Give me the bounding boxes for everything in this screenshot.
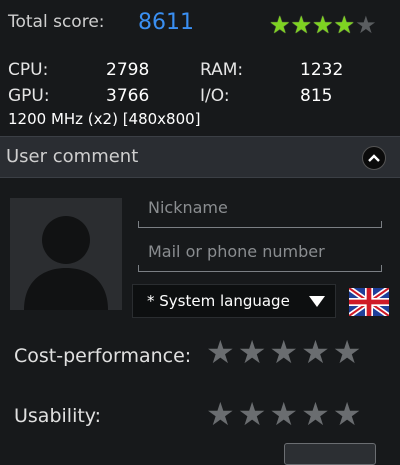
gpu-value: 3766 (106, 86, 150, 106)
submit-button[interactable] (284, 443, 376, 465)
total-score-value: 8611 (138, 10, 194, 35)
star-empty-icon[interactable]: ★ (333, 398, 362, 430)
contact-placeholder: Mail or phone number (148, 242, 325, 261)
score-star-rating: ★ ★ ★ ★ ★ (269, 13, 377, 37)
star-empty-icon[interactable]: ★ (238, 336, 267, 368)
star-filled-icon: ★ (333, 11, 356, 39)
star-empty-icon: ★ (355, 11, 377, 39)
star-empty-icon[interactable]: ★ (269, 336, 298, 368)
star-empty-icon[interactable]: ★ (269, 398, 298, 430)
total-score-label: Total score: (8, 12, 105, 32)
dropdown-arrow-icon (309, 296, 325, 307)
star-filled-icon: ★ (269, 11, 291, 39)
gpu-label: GPU: (8, 86, 50, 106)
language-selected-value: * System language (147, 292, 290, 310)
user-comment-title: User comment (6, 146, 139, 167)
star-empty-icon[interactable]: ★ (238, 398, 267, 430)
contact-input[interactable]: Mail or phone number (138, 236, 382, 272)
star-filled-icon: ★ (312, 11, 334, 39)
cpu-label: CPU: (8, 60, 49, 80)
language-select[interactable]: * System language (132, 284, 336, 318)
star-empty-icon[interactable]: ★ (301, 398, 330, 430)
star-empty-icon[interactable]: ★ (333, 336, 362, 368)
io-label: I/O: (200, 86, 230, 106)
cost-performance-rating[interactable]: ★ ★ ★ ★ ★ (206, 336, 361, 368)
cpu-value: 2798 (106, 60, 150, 80)
avatar-placeholder-icon[interactable] (10, 198, 122, 310)
collapse-chevron-up-icon[interactable] (362, 146, 386, 170)
ram-label: RAM: (200, 60, 244, 80)
cost-performance-label: Cost-performance: (14, 345, 192, 367)
star-filled-icon: ★ (290, 11, 313, 39)
ram-value: 1232 (300, 60, 344, 80)
usability-label: Usability: (14, 405, 102, 427)
uk-flag-icon[interactable] (347, 285, 391, 319)
star-empty-icon[interactable]: ★ (301, 336, 330, 368)
nickname-placeholder: Nickname (148, 198, 228, 217)
star-empty-icon[interactable]: ★ (206, 336, 235, 368)
io-value: 815 (300, 86, 333, 106)
star-empty-icon[interactable]: ★ (206, 398, 235, 430)
nickname-input[interactable]: Nickname (138, 192, 382, 228)
device-info: 1200 MHz (x2) [480x800] (8, 110, 201, 128)
usability-rating[interactable]: ★ ★ ★ ★ ★ (206, 398, 361, 430)
